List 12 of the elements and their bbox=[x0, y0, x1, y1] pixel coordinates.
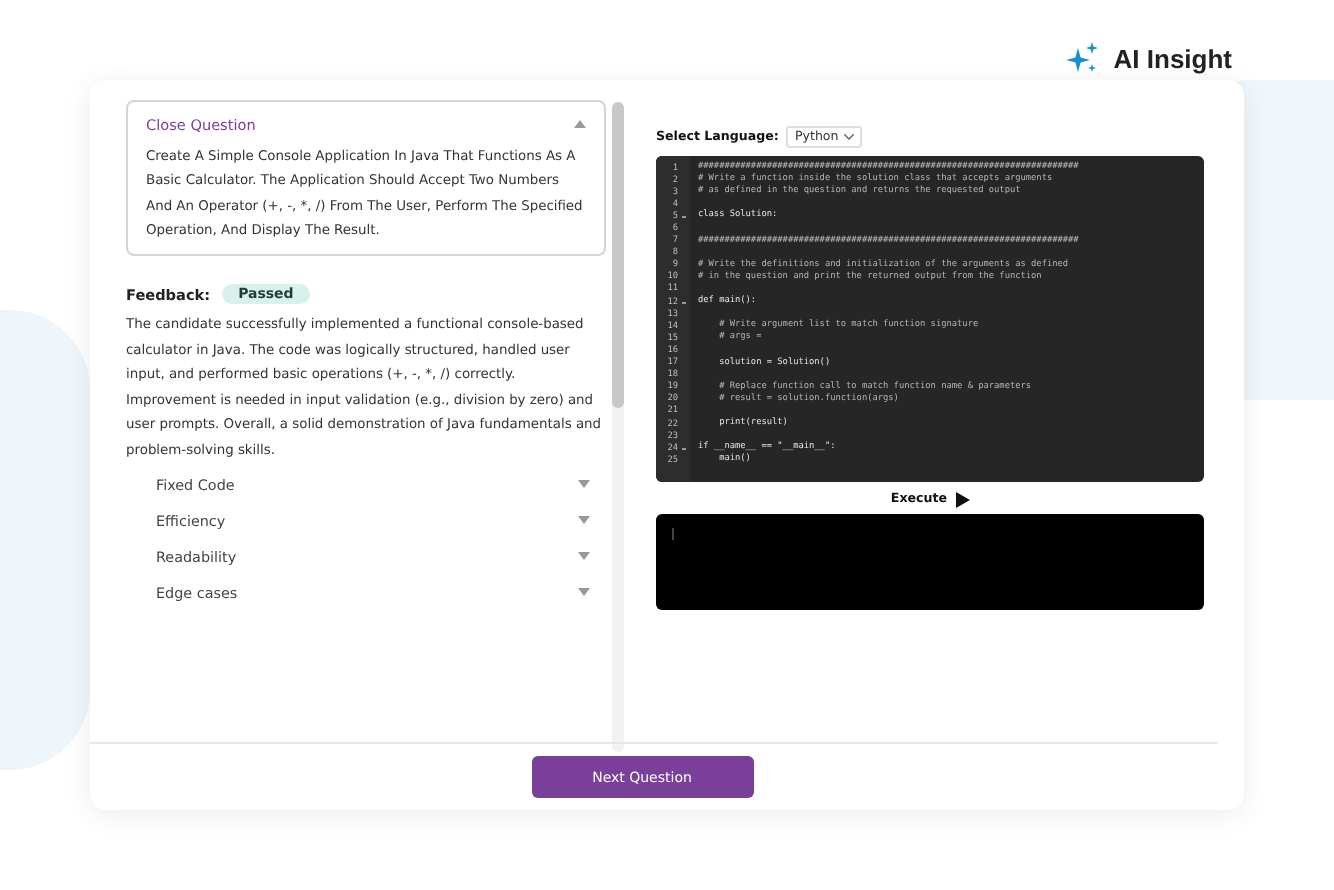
brand-name: AI Insight bbox=[1113, 43, 1232, 73]
caret-icon bbox=[578, 552, 590, 561]
caret-icon bbox=[574, 120, 586, 128]
text-cursor bbox=[672, 528, 674, 540]
chevron-icon bbox=[844, 133, 855, 139]
caret-icon bbox=[578, 480, 590, 489]
sparkle-icon bbox=[1065, 42, 1098, 74]
caret-icon bbox=[578, 516, 590, 525]
code-editor[interactable] bbox=[656, 156, 1204, 482]
caret-icon bbox=[578, 588, 590, 597]
play-icon bbox=[955, 491, 970, 507]
scrollbar[interactable] bbox=[612, 102, 624, 752]
